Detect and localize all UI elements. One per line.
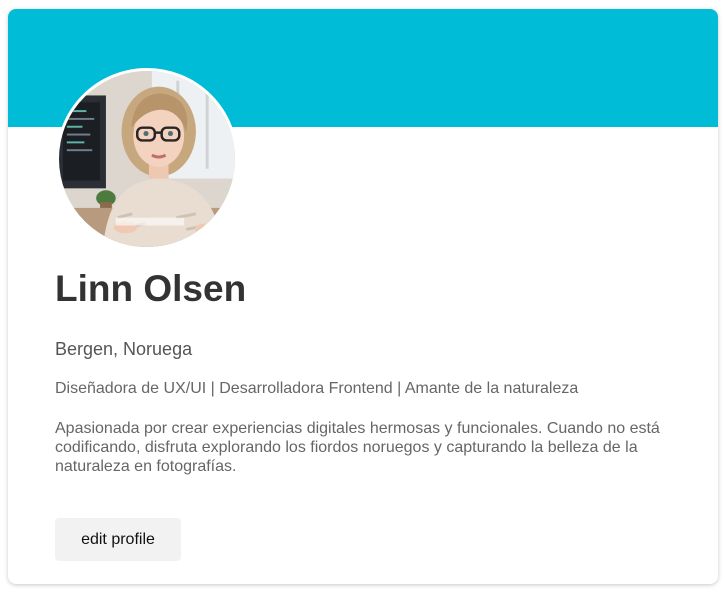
profile-bio: Apasionada por crear experiencias digita…	[55, 420, 660, 475]
profile-headline: Diseñadora de UX/UI | Desarrolladora Fro…	[55, 380, 579, 397]
profile-location: Bergen, Noruega	[55, 339, 193, 359]
avatar-image	[59, 71, 235, 247]
edit-profile-button[interactable]: edit profile	[55, 518, 181, 561]
profile-name: Linn Olsen	[55, 268, 247, 309]
profile-card: Linn Olsen Bergen, Noruega Diseñadora de…	[8, 9, 718, 584]
avatar	[56, 68, 238, 250]
